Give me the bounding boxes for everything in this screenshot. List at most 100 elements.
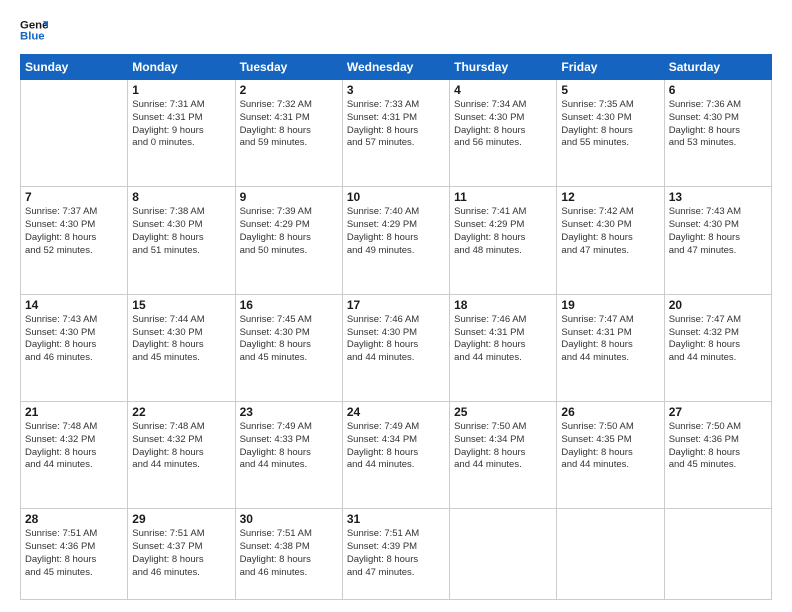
day-info: Sunrise: 7:45 AM Sunset: 4:30 PM Dayligh… [240, 314, 338, 365]
day-number: 23 [240, 405, 338, 419]
calendar-cell: 20Sunrise: 7:47 AM Sunset: 4:32 PM Dayli… [664, 294, 771, 401]
day-number: 11 [454, 190, 552, 204]
day-number: 19 [561, 298, 659, 312]
day-number: 3 [347, 83, 445, 97]
day-info: Sunrise: 7:43 AM Sunset: 4:30 PM Dayligh… [25, 314, 123, 365]
day-info: Sunrise: 7:42 AM Sunset: 4:30 PM Dayligh… [561, 206, 659, 257]
weekday-header-thursday: Thursday [450, 55, 557, 80]
weekday-header-saturday: Saturday [664, 55, 771, 80]
calendar-cell: 4 Sunrise: 7:34 AM Sunset: 4:30 PM Daylig… [450, 80, 557, 187]
day-info: Sunrise: 7:38 AM Sunset: 4:30 PM Dayligh… [132, 206, 230, 257]
calendar-cell: 28 Sunrise: 7:51 AM Sunset: 4:36 PM Dayli… [21, 509, 128, 600]
day-number: 18 [454, 298, 552, 312]
day-info: Sunrise: 7:40 AM Sunset: 4:29 PM Dayligh… [347, 206, 445, 257]
calendar-cell: 30Sunrise: 7:51 AM Sunset: 4:38 PM Dayli… [235, 509, 342, 600]
day-info: Sunrise: 7:46 AM Sunset: 4:31 PM Dayligh… [454, 314, 552, 365]
day-number: 6 [669, 83, 767, 97]
day-number: 20 [669, 298, 767, 312]
day-info: Sunrise: 7:35 AM Sunset: 4:30 PM Dayligh… [561, 99, 659, 150]
day-number: 1 [132, 83, 230, 97]
day-info: Sunrise: 7:37 AM Sunset: 4:30 PM Dayligh… [25, 206, 123, 257]
day-info: Sunrise: 7:36 AM Sunset: 4:30 PM Dayligh… [669, 99, 767, 150]
day-number: 17 [347, 298, 445, 312]
calendar-cell: 1 Sunrise: 7:31 AM Sunset: 4:31 PM Daylig… [128, 80, 235, 187]
day-number: 13 [669, 190, 767, 204]
calendar-cell: 2 Sunrise: 7:32 AM Sunset: 4:31 PM Daylig… [235, 80, 342, 187]
week-row-4: 28 Sunrise: 7:51 AM Sunset: 4:36 PM Dayli… [21, 509, 772, 600]
calendar-cell: 15 Sunrise: 7:44 AM Sunset: 4:30 PM Dayli… [128, 294, 235, 401]
week-row-2: 14 Sunrise: 7:43 AM Sunset: 4:30 PM Dayli… [21, 294, 772, 401]
day-number: 14 [25, 298, 123, 312]
day-number: 31 [347, 512, 445, 526]
calendar-cell: 26Sunrise: 7:50 AM Sunset: 4:35 PM Dayli… [557, 402, 664, 509]
day-info: Sunrise: 7:51 AM Sunset: 4:39 PM Dayligh… [347, 528, 445, 579]
calendar-table: SundayMondayTuesdayWednesdayThursdayFrid… [20, 54, 772, 600]
day-number: 8 [132, 190, 230, 204]
calendar-cell: 27 Sunrise: 7:50 AM Sunset: 4:36 PM Dayli… [664, 402, 771, 509]
calendar-cell: 11 Sunrise: 7:41 AM Sunset: 4:29 PM Dayli… [450, 187, 557, 294]
calendar-cell: 9Sunrise: 7:39 AM Sunset: 4:29 PM Daylig… [235, 187, 342, 294]
day-number: 21 [25, 405, 123, 419]
calendar-cell: 14 Sunrise: 7:43 AM Sunset: 4:30 PM Dayli… [21, 294, 128, 401]
day-number: 9 [240, 190, 338, 204]
day-info: Sunrise: 7:34 AM Sunset: 4:30 PM Dayligh… [454, 99, 552, 150]
day-info: Sunrise: 7:50 AM Sunset: 4:35 PM Dayligh… [561, 421, 659, 472]
week-row-3: 21 Sunrise: 7:48 AM Sunset: 4:32 PM Dayli… [21, 402, 772, 509]
day-number: 4 [454, 83, 552, 97]
day-info: Sunrise: 7:41 AM Sunset: 4:29 PM Dayligh… [454, 206, 552, 257]
week-row-0: 1 Sunrise: 7:31 AM Sunset: 4:31 PM Daylig… [21, 80, 772, 187]
calendar-cell: 18 Sunrise: 7:46 AM Sunset: 4:31 PM Dayli… [450, 294, 557, 401]
day-info: Sunrise: 7:48 AM Sunset: 4:32 PM Dayligh… [25, 421, 123, 472]
day-info: Sunrise: 7:33 AM Sunset: 4:31 PM Dayligh… [347, 99, 445, 150]
day-info: Sunrise: 7:31 AM Sunset: 4:31 PM Dayligh… [132, 99, 230, 150]
weekday-header-friday: Friday [557, 55, 664, 80]
calendar-cell: 31 Sunrise: 7:51 AM Sunset: 4:39 PM Dayli… [342, 509, 449, 600]
day-info: Sunrise: 7:48 AM Sunset: 4:32 PM Dayligh… [132, 421, 230, 472]
calendar-cell: 23 Sunrise: 7:49 AM Sunset: 4:33 PM Dayli… [235, 402, 342, 509]
day-number: 12 [561, 190, 659, 204]
day-number: 2 [240, 83, 338, 97]
day-info: Sunrise: 7:32 AM Sunset: 4:31 PM Dayligh… [240, 99, 338, 150]
weekday-header-wednesday: Wednesday [342, 55, 449, 80]
day-info: Sunrise: 7:51 AM Sunset: 4:36 PM Dayligh… [25, 528, 123, 579]
page: General Blue SundayMondayTuesdayWednesda… [0, 0, 792, 612]
day-info: Sunrise: 7:51 AM Sunset: 4:37 PM Dayligh… [132, 528, 230, 579]
calendar-cell: 5 Sunrise: 7:35 AM Sunset: 4:30 PM Daylig… [557, 80, 664, 187]
calendar-cell: 25Sunrise: 7:50 AM Sunset: 4:34 PM Dayli… [450, 402, 557, 509]
calendar-cell [450, 509, 557, 600]
day-info: Sunrise: 7:50 AM Sunset: 4:36 PM Dayligh… [669, 421, 767, 472]
weekday-header-sunday: Sunday [21, 55, 128, 80]
day-info: Sunrise: 7:44 AM Sunset: 4:30 PM Dayligh… [132, 314, 230, 365]
calendar-cell: 10 Sunrise: 7:40 AM Sunset: 4:29 PM Dayli… [342, 187, 449, 294]
week-row-1: 7 Sunrise: 7:37 AM Sunset: 4:30 PM Daylig… [21, 187, 772, 294]
day-number: 10 [347, 190, 445, 204]
calendar-cell: 19 Sunrise: 7:47 AM Sunset: 4:31 PM Dayli… [557, 294, 664, 401]
svg-text:Blue: Blue [20, 31, 45, 43]
header: General Blue [20, 16, 772, 44]
weekday-header-monday: Monday [128, 55, 235, 80]
weekday-header-tuesday: Tuesday [235, 55, 342, 80]
calendar-cell [21, 80, 128, 187]
day-number: 25 [454, 405, 552, 419]
day-number: 29 [132, 512, 230, 526]
calendar-cell: 21 Sunrise: 7:48 AM Sunset: 4:32 PM Dayli… [21, 402, 128, 509]
day-number: 27 [669, 405, 767, 419]
day-info: Sunrise: 7:49 AM Sunset: 4:34 PM Dayligh… [347, 421, 445, 472]
calendar-cell [557, 509, 664, 600]
day-number: 15 [132, 298, 230, 312]
day-number: 16 [240, 298, 338, 312]
day-info: Sunrise: 7:49 AM Sunset: 4:33 PM Dayligh… [240, 421, 338, 472]
day-number: 5 [561, 83, 659, 97]
calendar-cell: 24 Sunrise: 7:49 AM Sunset: 4:34 PM Dayli… [342, 402, 449, 509]
day-info: Sunrise: 7:47 AM Sunset: 4:31 PM Dayligh… [561, 314, 659, 365]
day-number: 28 [25, 512, 123, 526]
logo-icon: General Blue [20, 16, 48, 44]
calendar-cell: 6 Sunrise: 7:36 AM Sunset: 4:30 PM Daylig… [664, 80, 771, 187]
day-number: 24 [347, 405, 445, 419]
calendar-cell: 13Sunrise: 7:43 AM Sunset: 4:30 PM Dayli… [664, 187, 771, 294]
day-number: 22 [132, 405, 230, 419]
day-number: 30 [240, 512, 338, 526]
calendar-cell: 29 Sunrise: 7:51 AM Sunset: 4:37 PM Dayli… [128, 509, 235, 600]
calendar-cell: 12 Sunrise: 7:42 AM Sunset: 4:30 PM Dayli… [557, 187, 664, 294]
day-number: 7 [25, 190, 123, 204]
